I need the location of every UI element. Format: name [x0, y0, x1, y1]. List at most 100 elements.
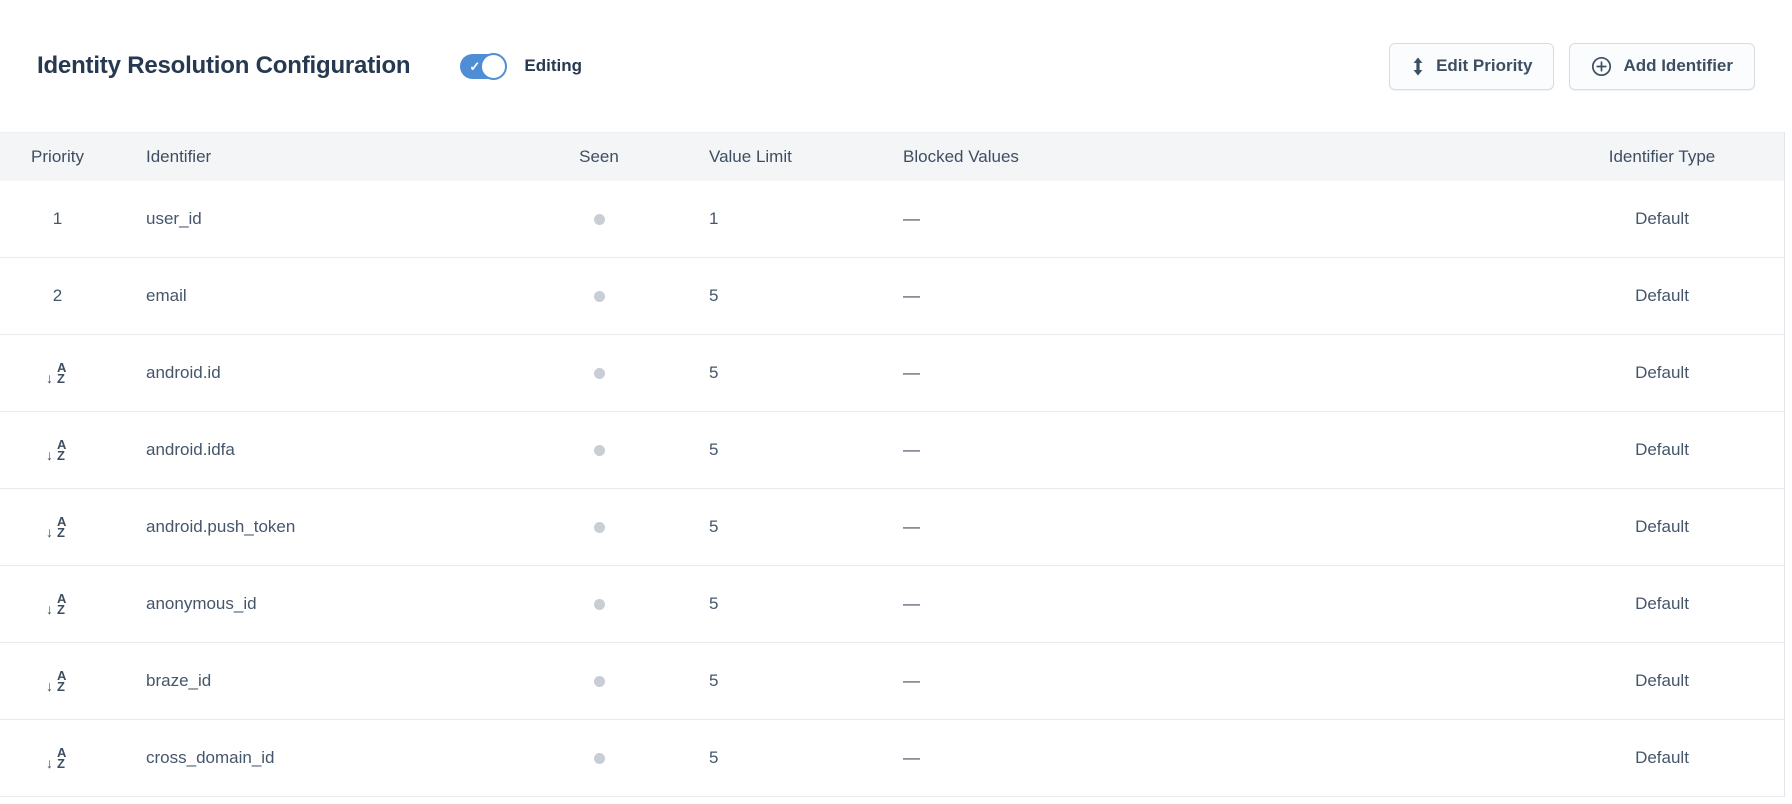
add-identifier-button[interactable]: Add Identifier [1569, 43, 1755, 90]
value-limit-cell: 5 [643, 440, 838, 460]
priority-cell: A ↓ Z [0, 592, 115, 616]
identifier-type-cell: Default [1540, 440, 1784, 460]
table-row[interactable]: A ↓ Z android.push_token 5 — Default [0, 489, 1784, 566]
sort-alpha-down-icon: A ↓ Z [46, 438, 69, 462]
identifier-type-value: Default [1635, 209, 1689, 229]
value-limit-cell: 5 [643, 286, 838, 306]
seen-indicator-dot [594, 368, 605, 379]
table-row[interactable]: A ↓ Z android.idfa 5 — Default [0, 412, 1784, 489]
value-limit-cell: 5 [643, 748, 838, 768]
identifier-type-value: Default [1635, 440, 1689, 460]
identifier-type-cell: Default [1540, 594, 1784, 614]
seen-indicator-dot [594, 599, 605, 610]
blocked-values-cell: — [838, 748, 1540, 768]
blocked-values-value: — [903, 517, 920, 536]
editing-toggle-group: ✓ Editing [460, 53, 582, 80]
identifier-cell: android.id [115, 363, 555, 383]
seen-cell [555, 599, 643, 610]
identifier-name: anonymous_id [146, 594, 257, 613]
priority-number: 2 [53, 286, 62, 306]
identifier-cell: anonymous_id [115, 594, 555, 614]
blocked-values-cell: — [838, 209, 1540, 229]
column-header-priority: Priority [0, 147, 115, 167]
sort-alpha-down-icon: A ↓ Z [46, 592, 69, 616]
column-header-value-limit: Value Limit [643, 147, 838, 167]
value-limit-cell: 5 [643, 517, 838, 537]
identifier-type-cell: Default [1540, 363, 1784, 383]
sort-alpha-down-icon: A ↓ Z [46, 669, 69, 693]
identifier-type-value: Default [1635, 286, 1689, 306]
identifier-name: email [146, 286, 187, 305]
check-icon: ✓ [469, 57, 480, 76]
table-row[interactable]: A ↓ Z cross_domain_id 5 — Default [0, 720, 1784, 797]
page-header: Identity Resolution Configuration ✓ Edit… [0, 0, 1792, 132]
plus-circle-icon [1591, 56, 1612, 77]
value-limit-cell: 1 [643, 209, 838, 229]
seen-cell [555, 522, 643, 533]
priority-cell: A ↓ Z [0, 438, 115, 462]
blocked-values-cell: — [838, 440, 1540, 460]
seen-cell [555, 368, 643, 379]
identifier-name: android.idfa [146, 440, 235, 459]
add-identifier-label: Add Identifier [1623, 56, 1733, 76]
identifier-cell: android.idfa [115, 440, 555, 460]
seen-cell [555, 214, 643, 225]
blocked-values-cell: — [838, 517, 1540, 537]
table-header-row: Priority Identifier Seen Value Limit Blo… [0, 133, 1784, 181]
priority-cell: 1 A ↓ Z [0, 209, 115, 229]
identifier-type-value: Default [1635, 748, 1689, 768]
column-header-identifier: Identifier [115, 147, 555, 167]
sort-alpha-down-icon: A ↓ Z [46, 361, 69, 385]
column-header-blocked-values: Blocked Values [838, 147, 1540, 167]
identifier-cell: android.push_token [115, 517, 555, 537]
table-row[interactable]: A ↓ Z braze_id 5 — Default [0, 643, 1784, 720]
identifiers-table: Priority Identifier Seen Value Limit Blo… [0, 132, 1785, 797]
column-header-seen: Seen [555, 147, 643, 167]
value-limit-value: 5 [709, 440, 718, 459]
identifier-type-cell: Default [1540, 671, 1784, 691]
seen-indicator-dot [594, 291, 605, 302]
seen-cell [555, 291, 643, 302]
seen-cell [555, 445, 643, 456]
table-row[interactable]: A ↓ Z anonymous_id 5 — Default [0, 566, 1784, 643]
toggle-knob[interactable] [480, 53, 507, 80]
identifier-cell: user_id [115, 209, 555, 229]
table-row[interactable]: 2 A ↓ Z email 5 — Default [0, 258, 1784, 335]
seen-indicator-dot [594, 445, 605, 456]
value-limit-cell: 5 [643, 671, 838, 691]
seen-cell [555, 676, 643, 687]
value-limit-value: 5 [709, 363, 718, 382]
seen-indicator-dot [594, 676, 605, 687]
seen-cell [555, 753, 643, 764]
edit-priority-button[interactable]: Edit Priority [1389, 43, 1554, 90]
identifier-name: android.push_token [146, 517, 295, 536]
identifier-name: android.id [146, 363, 221, 382]
priority-number: 1 [53, 209, 62, 229]
blocked-values-value: — [903, 594, 920, 613]
up-down-arrow-icon [1411, 57, 1425, 76]
identifier-type-value: Default [1635, 363, 1689, 383]
identifier-type-value: Default [1635, 517, 1689, 537]
priority-cell: 2 A ↓ Z [0, 286, 115, 306]
blocked-values-value: — [903, 671, 920, 690]
identifier-cell: email [115, 286, 555, 306]
blocked-values-cell: — [838, 363, 1540, 383]
edit-priority-label: Edit Priority [1436, 56, 1532, 76]
sort-alpha-down-icon: A ↓ Z [46, 515, 69, 539]
table-row[interactable]: A ↓ Z android.id 5 — Default [0, 335, 1784, 412]
identifier-type-cell: Default [1540, 286, 1784, 306]
blocked-values-value: — [903, 209, 920, 228]
blocked-values-value: — [903, 286, 920, 305]
value-limit-value: 5 [709, 671, 718, 690]
page-title: Identity Resolution Configuration [37, 52, 410, 80]
sort-alpha-down-icon: A ↓ Z [46, 746, 69, 770]
table-row[interactable]: 1 A ↓ Z user_id 1 — Default [0, 181, 1784, 258]
value-limit-value: 1 [709, 209, 718, 228]
priority-cell: A ↓ Z [0, 361, 115, 385]
editing-toggle[interactable]: ✓ [460, 53, 507, 80]
identifier-type-value: Default [1635, 594, 1689, 614]
identifier-name: cross_domain_id [146, 748, 275, 767]
identifier-type-value: Default [1635, 671, 1689, 691]
value-limit-value: 5 [709, 517, 718, 536]
identifier-type-cell: Default [1540, 517, 1784, 537]
